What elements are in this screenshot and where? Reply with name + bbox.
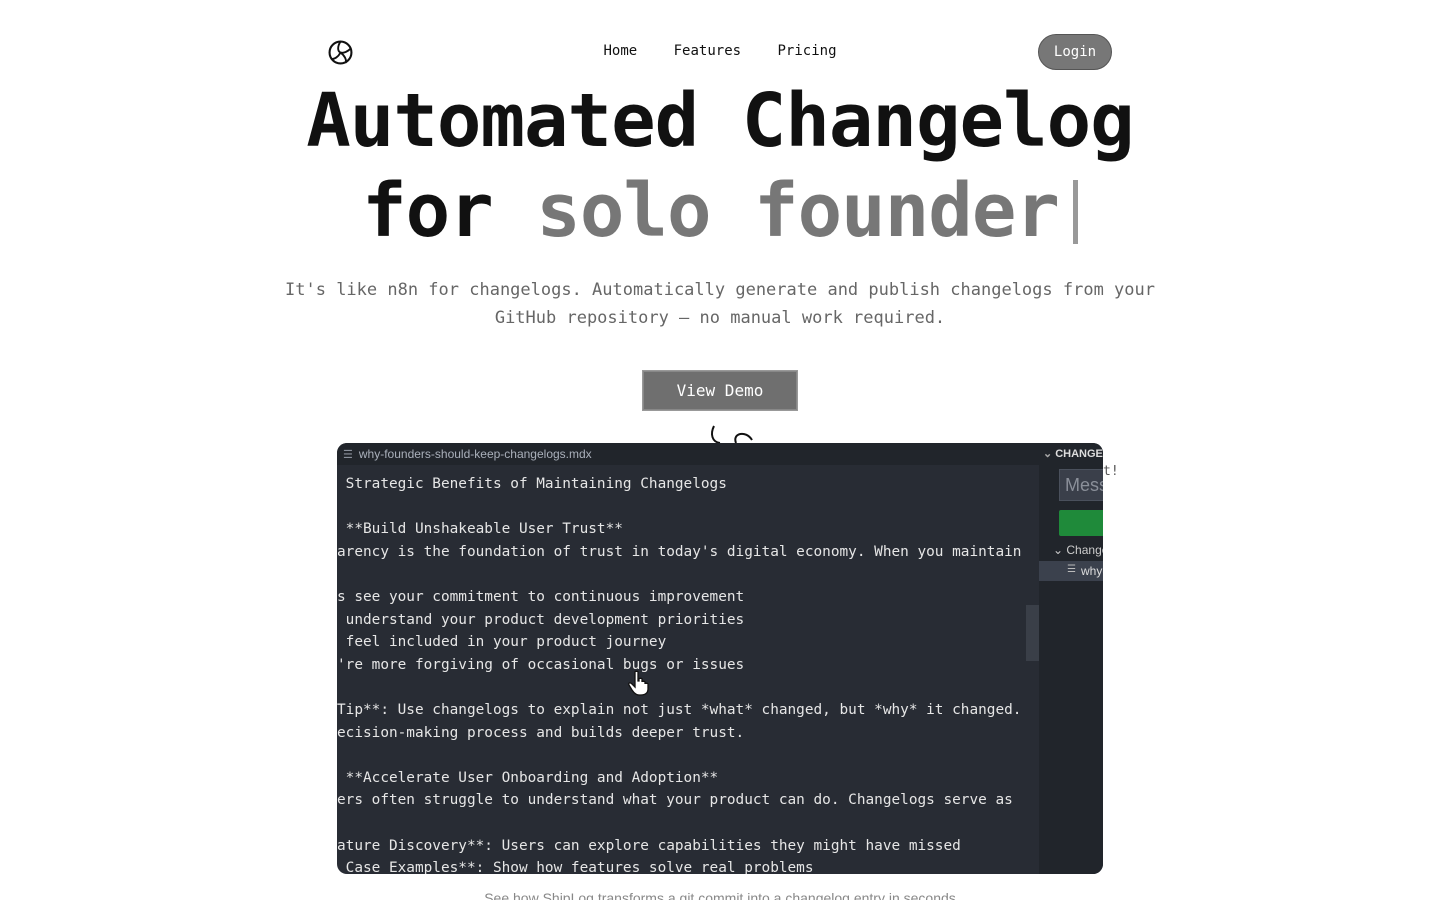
editor-tab-filename: why-founders-should-keep-changelogs.mdx (358, 447, 592, 461)
view-demo-button[interactable]: View Demo (642, 370, 798, 411)
code-line: s see your commitment to continuous impr… (337, 589, 745, 605)
nav-link-features[interactable]: Features (674, 43, 741, 59)
typing-caret (1072, 180, 1078, 244)
commit-message-input[interactable]: Message (1059, 469, 1103, 501)
hero-subtitle-line-2: GitHub repository — no manual work requi… (494, 308, 946, 328)
code-line: feel included in your product journey (337, 634, 667, 651)
code-line: understand your product development prio… (337, 611, 745, 628)
nav-link-home[interactable]: Home (603, 43, 637, 59)
code-line: ers often struggle to understand what yo… (337, 792, 1013, 809)
code-line: ature Discovery**: Users can explore cap… (337, 837, 961, 854)
commit-button[interactable] (1059, 510, 1103, 536)
changed-file-item[interactable]: ☰why-founders-should-keep-changelogs.mdx (1039, 561, 1103, 581)
editor-tab[interactable]: ☰ why-founders-should-keep-changelogs.md… (337, 443, 1039, 465)
file-lines-icon: ☰ (1067, 564, 1076, 575)
chevron-down-icon: ⌄ (1053, 543, 1067, 557)
overflow-text: t! (1103, 464, 1119, 479)
hero-title-typed-text: solo founder (536, 168, 1060, 254)
file-lines-icon: ☰ (343, 448, 353, 461)
changes-tree-group[interactable]: ⌄ Changes (1053, 543, 1103, 557)
code-line: Tip**: Use changelogs to explain not jus… (337, 702, 1022, 718)
chevron-down-icon: ⌄ (1043, 448, 1053, 460)
hero-title-line-1: Automated Changelog (306, 78, 1134, 164)
code-line: **Build Unshakeable User Trust** (337, 521, 623, 538)
code-area[interactable]: Strategic Benefits of Maintaining Change… (337, 465, 1039, 874)
login-button[interactable]: Login (1038, 34, 1112, 70)
code-line: **Accelerate User Onboarding and Adoptio… (337, 769, 719, 786)
hero-title-line-2: for solo founder (0, 168, 1440, 254)
hero-subtitle-line-1: It's like n8n for changelogs. Automatica… (285, 280, 1155, 300)
hero-title-prefix: for (362, 168, 537, 254)
source-control-panel: ⌄CHANGES Message ⌄ Changes ☰why-founders… (1039, 443, 1103, 874)
code-line: arency is the foundation of trust in tod… (337, 543, 1022, 560)
code-line: Case Examples**: Show how features solve… (337, 860, 814, 874)
code-line: Strategic Benefits of Maintaining Change… (337, 476, 727, 492)
code-line: 're more forgiving of occasional bugs or… (337, 656, 745, 673)
code-line: ecision-making process and builds deeper… (337, 724, 745, 741)
hand-pointer-cursor-icon (628, 670, 649, 696)
demo-caption: See how ShipLog transforms a git commit … (484, 890, 956, 900)
source-control-header[interactable]: ⌄CHANGES (1043, 447, 1103, 460)
nav-link-pricing[interactable]: Pricing (778, 43, 837, 59)
editor-window: ☰ why-founders-should-keep-changelogs.md… (337, 443, 1103, 874)
nav-links: Home Features Pricing (0, 43, 1440, 59)
editor-scrollbar-thumb[interactable] (1026, 605, 1039, 661)
hero-subtitle: It's like n8n for changelogs. Automatica… (0, 276, 1440, 332)
